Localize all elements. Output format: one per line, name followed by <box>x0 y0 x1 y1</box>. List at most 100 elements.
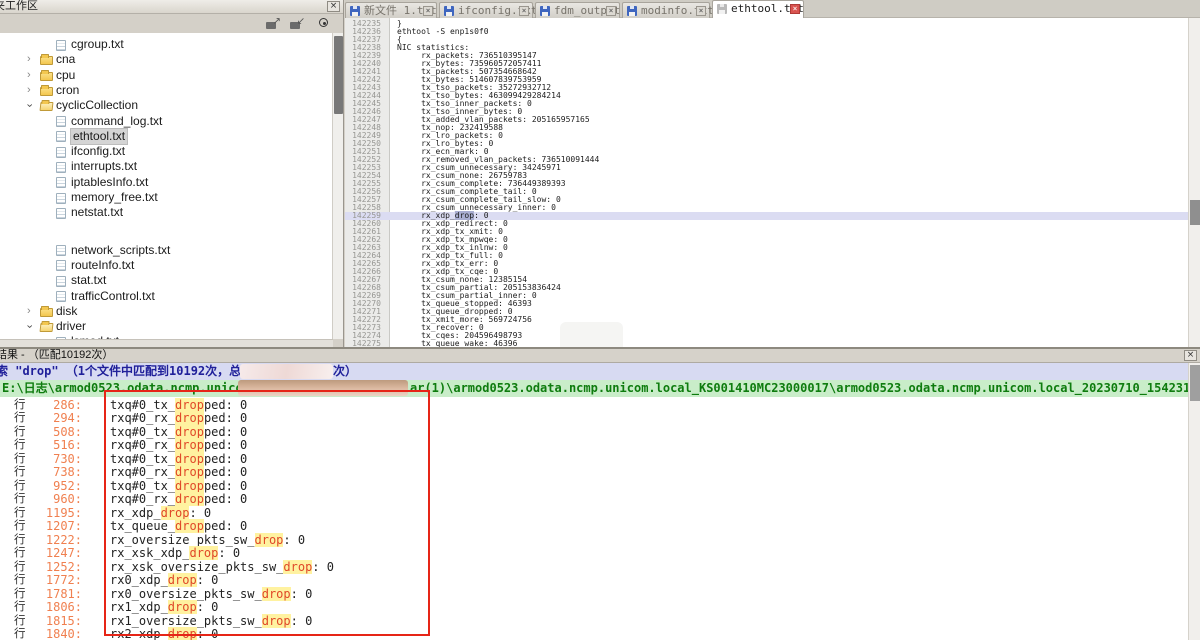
search-result-row-line-1772[interactable]: 行1772:rx0_xdp_drop: 0 <box>0 574 1188 588</box>
tab-close-icon[interactable]: × <box>790 4 800 14</box>
chevron-collapsed-icon[interactable]: › <box>27 304 31 319</box>
search-result-row-line-960[interactable]: 行960:rxq#0_rx_dropped: 0 <box>0 493 1188 507</box>
editor-scroll-thumb[interactable] <box>1190 200 1200 225</box>
tree-file-ethtool-txt[interactable]: ethtool.txt <box>0 129 333 144</box>
tree-file-network-scripts-txt[interactable]: network_scripts.txt <box>0 243 333 258</box>
tree-horizontal-scrollbar[interactable] <box>0 339 333 347</box>
arrow-glyph: ↗ <box>273 14 281 29</box>
search-result-row-line-1247[interactable]: 行1247:rx_xsk_xdp_drop: 0 <box>0 547 1188 561</box>
tree-vertical-scrollbar[interactable] <box>332 33 343 339</box>
row-text: rxq#0_rx_dropped: 0 <box>110 439 247 453</box>
row-line-label: 行 <box>14 439 26 453</box>
results-scroll-thumb[interactable] <box>1190 365 1200 401</box>
tab-close-icon[interactable]: × <box>606 6 616 16</box>
row-line-number: 1247: <box>36 547 82 561</box>
row-text: rxq#0_rx_dropped: 0 <box>110 466 247 480</box>
tree-file-ifconfig-txt[interactable]: ifconfig.txt <box>0 144 333 159</box>
search-result-row-line-508[interactable]: 行508:txq#0_tx_dropped: 0 <box>0 426 1188 440</box>
tree-folder-disk[interactable]: ›disk <box>0 304 333 319</box>
search-result-row-line-1781[interactable]: 行1781:rx0_oversize_pkts_sw_drop: 0 <box>0 588 1188 602</box>
tree-file-stat-txt[interactable]: stat.txt <box>0 273 333 288</box>
workspace-title: 夹工作区 <box>0 0 38 13</box>
tab-close-icon[interactable]: × <box>696 6 706 16</box>
tree-folder-cpu[interactable]: › cpu <box>0 68 333 83</box>
result-rows: 行286:txq#0_tx_dropped: 0行294:rxq#0_rx_dr… <box>0 398 1188 640</box>
editor-line: 142275 tx_queue_wake: 46396 <box>345 340 1200 347</box>
results-vertical-scrollbar[interactable] <box>1188 363 1200 640</box>
search-summary-line[interactable]: 索 "drop" （1个文件中匹配到10192次，总计 次） <box>0 363 1188 380</box>
tree-scroll-thumb[interactable] <box>334 36 343 114</box>
row-line-number: 960: <box>36 493 82 507</box>
row-text: rx_xdp_drop: 0 <box>110 507 211 521</box>
search-result-row-line-1840[interactable]: 行1840:rx2_xdp_drop: 0 <box>0 628 1188 640</box>
search-result-row-line-1252[interactable]: 行1252:rx_xsk_oversize_pkts_sw_drop: 0 <box>0 561 1188 575</box>
row-line-label: 行 <box>14 453 26 467</box>
tree-folder-cron[interactable]: ›cron <box>0 83 333 98</box>
tree-item-label: cpu <box>56 68 75 83</box>
tab-fdm-output[interactable]: fdm_output× <box>535 2 620 18</box>
tree-file-iptablesinfo-txt[interactable]: iptablesInfo.txt <box>0 175 333 190</box>
expand-all-icon[interactable]: ↗ <box>264 16 281 31</box>
search-result-row-line-1195[interactable]: 行1195:rx_xdp_drop: 0 <box>0 507 1188 521</box>
row-text: txq#0_tx_dropped: 0 <box>110 453 247 467</box>
search-result-row-line-1207[interactable]: 行1207:tx_queue_dropped: 0 <box>0 520 1188 534</box>
row-line-label: 行 <box>14 561 26 575</box>
row-text: txq#0_tx_dropped: 0 <box>110 399 247 413</box>
search-result-row-line-730[interactable]: 行730:txq#0_tx_dropped: 0 <box>0 453 1188 467</box>
tree-file-interrupts-txt[interactable]: interrupts.txt <box>0 159 333 174</box>
collapse-all-icon[interactable]: ↙ <box>288 16 305 31</box>
file-path-suffix: ar(1)\armod0523.odata.ncmp.unicom.local_… <box>410 380 1188 396</box>
row-line-label: 行 <box>14 628 26 640</box>
results-close-button[interactable]: × <box>1184 350 1197 361</box>
folder-icon <box>40 323 54 332</box>
tree-folder-cycliccollection[interactable]: ›cyclicCollection <box>0 98 333 113</box>
tree-item-label: memory_free.txt <box>71 190 158 205</box>
tab-close-icon[interactable]: × <box>423 6 433 16</box>
arrow-glyph: ↙ <box>297 14 305 29</box>
row-text: tx_queue_dropped: 0 <box>110 520 247 534</box>
tree-file-trafficcontrol-txt[interactable]: trafficControl.txt <box>0 289 333 304</box>
row-line-label: 行 <box>14 493 26 507</box>
tree-folder-driver[interactable]: ›driver <box>0 319 333 334</box>
workspace-titlebar: 夹工作区 × <box>0 0 343 14</box>
tree-file-memory-free-txt[interactable]: memory_free.txt <box>0 190 333 205</box>
tree-file-netstat-txt[interactable]: netstat.txt <box>0 205 333 220</box>
chevron-collapsed-icon[interactable]: › <box>27 83 31 98</box>
editor-view[interactable]: 142235}142236ethtool -S enp1s0f0142237{1… <box>345 18 1200 347</box>
search-result-row-line-952[interactable]: 行952:txq#0_tx_dropped: 0 <box>0 480 1188 494</box>
tree-file-routeinfo-txt[interactable]: routeInfo.txt <box>0 258 333 273</box>
chevron-collapsed-icon[interactable]: › <box>27 52 31 67</box>
workspace-close-button[interactable]: × <box>327 1 340 12</box>
search-result-row-line-738[interactable]: 行738:rxq#0_rx_dropped: 0 <box>0 466 1188 480</box>
search-result-row-line-1806[interactable]: 行1806:rx1_xdp_drop: 0 <box>0 601 1188 615</box>
chevron-expanded-icon[interactable]: › <box>21 325 36 329</box>
workspace-panel: 夹工作区 × ↗ ↙ cgroup.txt›cna›cpu›cron›cycli… <box>0 0 344 347</box>
editor-vertical-scrollbar[interactable] <box>1188 18 1200 347</box>
row-line-number: 1806: <box>36 601 82 615</box>
row-text: rx0_oversize_pkts_sw_drop: 0 <box>110 588 312 602</box>
search-result-row-line-1815[interactable]: 行1815:rx1_oversize_pkts_sw_drop: 0 <box>0 615 1188 629</box>
tab-ifconfig-txt[interactable]: ifconfig.txt× <box>439 2 533 18</box>
row-text: rx1_oversize_pkts_sw_drop: 0 <box>110 615 312 629</box>
tab--1-txt[interactable]: 新文件 1.txt× <box>345 2 437 18</box>
tab-modinfo-txt[interactable]: modinfo.txt× <box>622 2 710 18</box>
tab-ethtool-txt[interactable]: ethtool.txt× <box>712 0 804 18</box>
row-text: txq#0_tx_dropped: 0 <box>110 480 247 494</box>
search-result-row-line-286[interactable]: 行286:txq#0_tx_dropped: 0 <box>0 399 1188 413</box>
tree-folder-cna[interactable]: › cna <box>0 52 333 67</box>
search-result-row-line-516[interactable]: 行516:rxq#0_rx_dropped: 0 <box>0 439 1188 453</box>
matched-word-highlight: drop <box>168 627 197 640</box>
line-text: ethtool -S enp1s0f0 <box>397 28 489 36</box>
folder-icon <box>40 308 53 317</box>
tree-file-cgroup-txt[interactable]: cgroup.txt <box>0 37 333 52</box>
tree-item-label: cna <box>56 52 75 67</box>
row-text: txq#0_tx_dropped: 0 <box>110 426 247 440</box>
locate-file-icon[interactable] <box>316 15 333 30</box>
search-result-row-line-294[interactable]: 行294:rxq#0_rx_dropped: 0 <box>0 412 1188 426</box>
chevron-expanded-icon[interactable]: › <box>21 104 36 108</box>
tab-close-icon[interactable]: × <box>519 6 529 16</box>
chevron-collapsed-icon[interactable]: › <box>27 68 31 83</box>
search-result-row-line-1222[interactable]: 行1222:rx_oversize_pkts_sw_drop: 0 <box>0 534 1188 548</box>
tree-file-command-log-txt[interactable]: command_log.txt <box>0 114 333 129</box>
result-file-path-line[interactable]: E:\日志\armod0523.odata.ncmp.unicom.loca a… <box>0 380 1188 397</box>
